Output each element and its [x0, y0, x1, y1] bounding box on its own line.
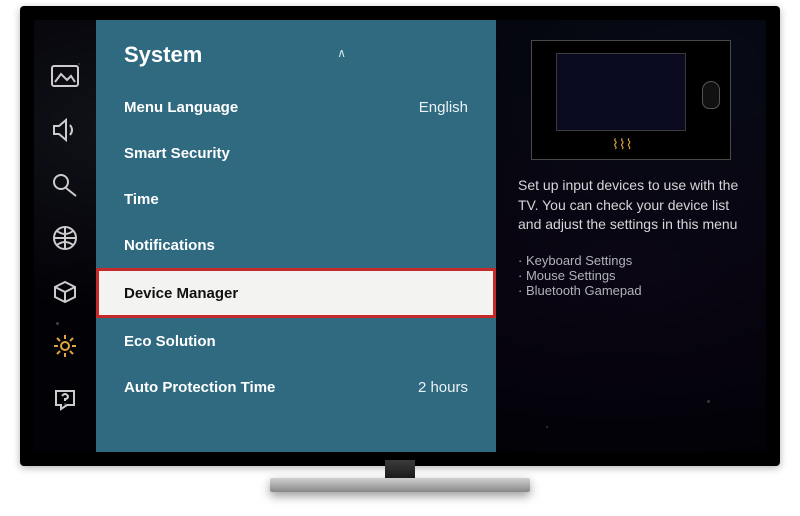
wifi-icon: ⌇⌇⌇: [612, 136, 633, 153]
help-description: Set up input devices to use with the TV.…: [518, 176, 744, 235]
menu-item-label: Device Manager: [124, 285, 238, 302]
scroll-up-caret[interactable]: ∧: [337, 46, 346, 60]
help-thumbnail: ⌇⌇⌇: [531, 40, 731, 160]
mouse-icon: [702, 81, 720, 109]
tv-stand-neck: [385, 460, 415, 480]
picture-icon[interactable]: [41, 56, 89, 96]
menu-item-eco-solution[interactable]: Eco Solution: [96, 318, 496, 364]
menu-list: Menu Language English Smart Security Tim…: [96, 84, 496, 410]
menu-item-label: Eco Solution: [124, 333, 216, 350]
menu-item-menu-language[interactable]: Menu Language English: [96, 84, 496, 130]
tv-frame: System ∧ Menu Language English Smart Sec…: [20, 6, 780, 466]
help-sub-list: Keyboard Settings Mouse Settings Bluetoo…: [518, 253, 744, 298]
panel-title: System: [96, 42, 496, 78]
menu-item-auto-protection-time[interactable]: Auto Protection Time 2 hours: [96, 364, 496, 410]
support-icon[interactable]: [41, 380, 89, 420]
menu-item-smart-security[interactable]: Smart Security: [96, 130, 496, 176]
tv-screen: System ∧ Menu Language English Smart Sec…: [34, 20, 766, 452]
sound-icon[interactable]: [41, 110, 89, 150]
category-rail: [34, 20, 96, 452]
menu-item-label: Notifications: [124, 237, 215, 254]
menu-item-value: 2 hours: [418, 379, 468, 396]
system-icon[interactable]: [41, 326, 89, 366]
thumb-tv-icon: [556, 53, 686, 131]
broadcast-icon[interactable]: [41, 164, 89, 204]
help-sub-item: Keyboard Settings: [518, 253, 744, 268]
help-sub-item: Mouse Settings: [518, 268, 744, 283]
menu-item-device-manager[interactable]: Device Manager: [96, 268, 496, 318]
system-menu-panel: System ∧ Menu Language English Smart Sec…: [96, 20, 496, 452]
menu-item-value: English: [419, 99, 468, 116]
menu-item-label: Time: [124, 191, 159, 208]
menu-item-label: Auto Protection Time: [124, 379, 275, 396]
help-panel: ⌇⌇⌇ Set up input devices to use with the…: [496, 20, 766, 452]
menu-item-notifications[interactable]: Notifications: [96, 222, 496, 268]
menu-item-label: Smart Security: [124, 145, 230, 162]
menu-item-label: Menu Language: [124, 99, 238, 116]
menu-item-time[interactable]: Time: [96, 176, 496, 222]
smarthub-icon[interactable]: [41, 272, 89, 312]
network-icon[interactable]: [41, 218, 89, 258]
tv-stand-base: [270, 478, 530, 492]
help-sub-item: Bluetooth Gamepad: [518, 283, 744, 298]
